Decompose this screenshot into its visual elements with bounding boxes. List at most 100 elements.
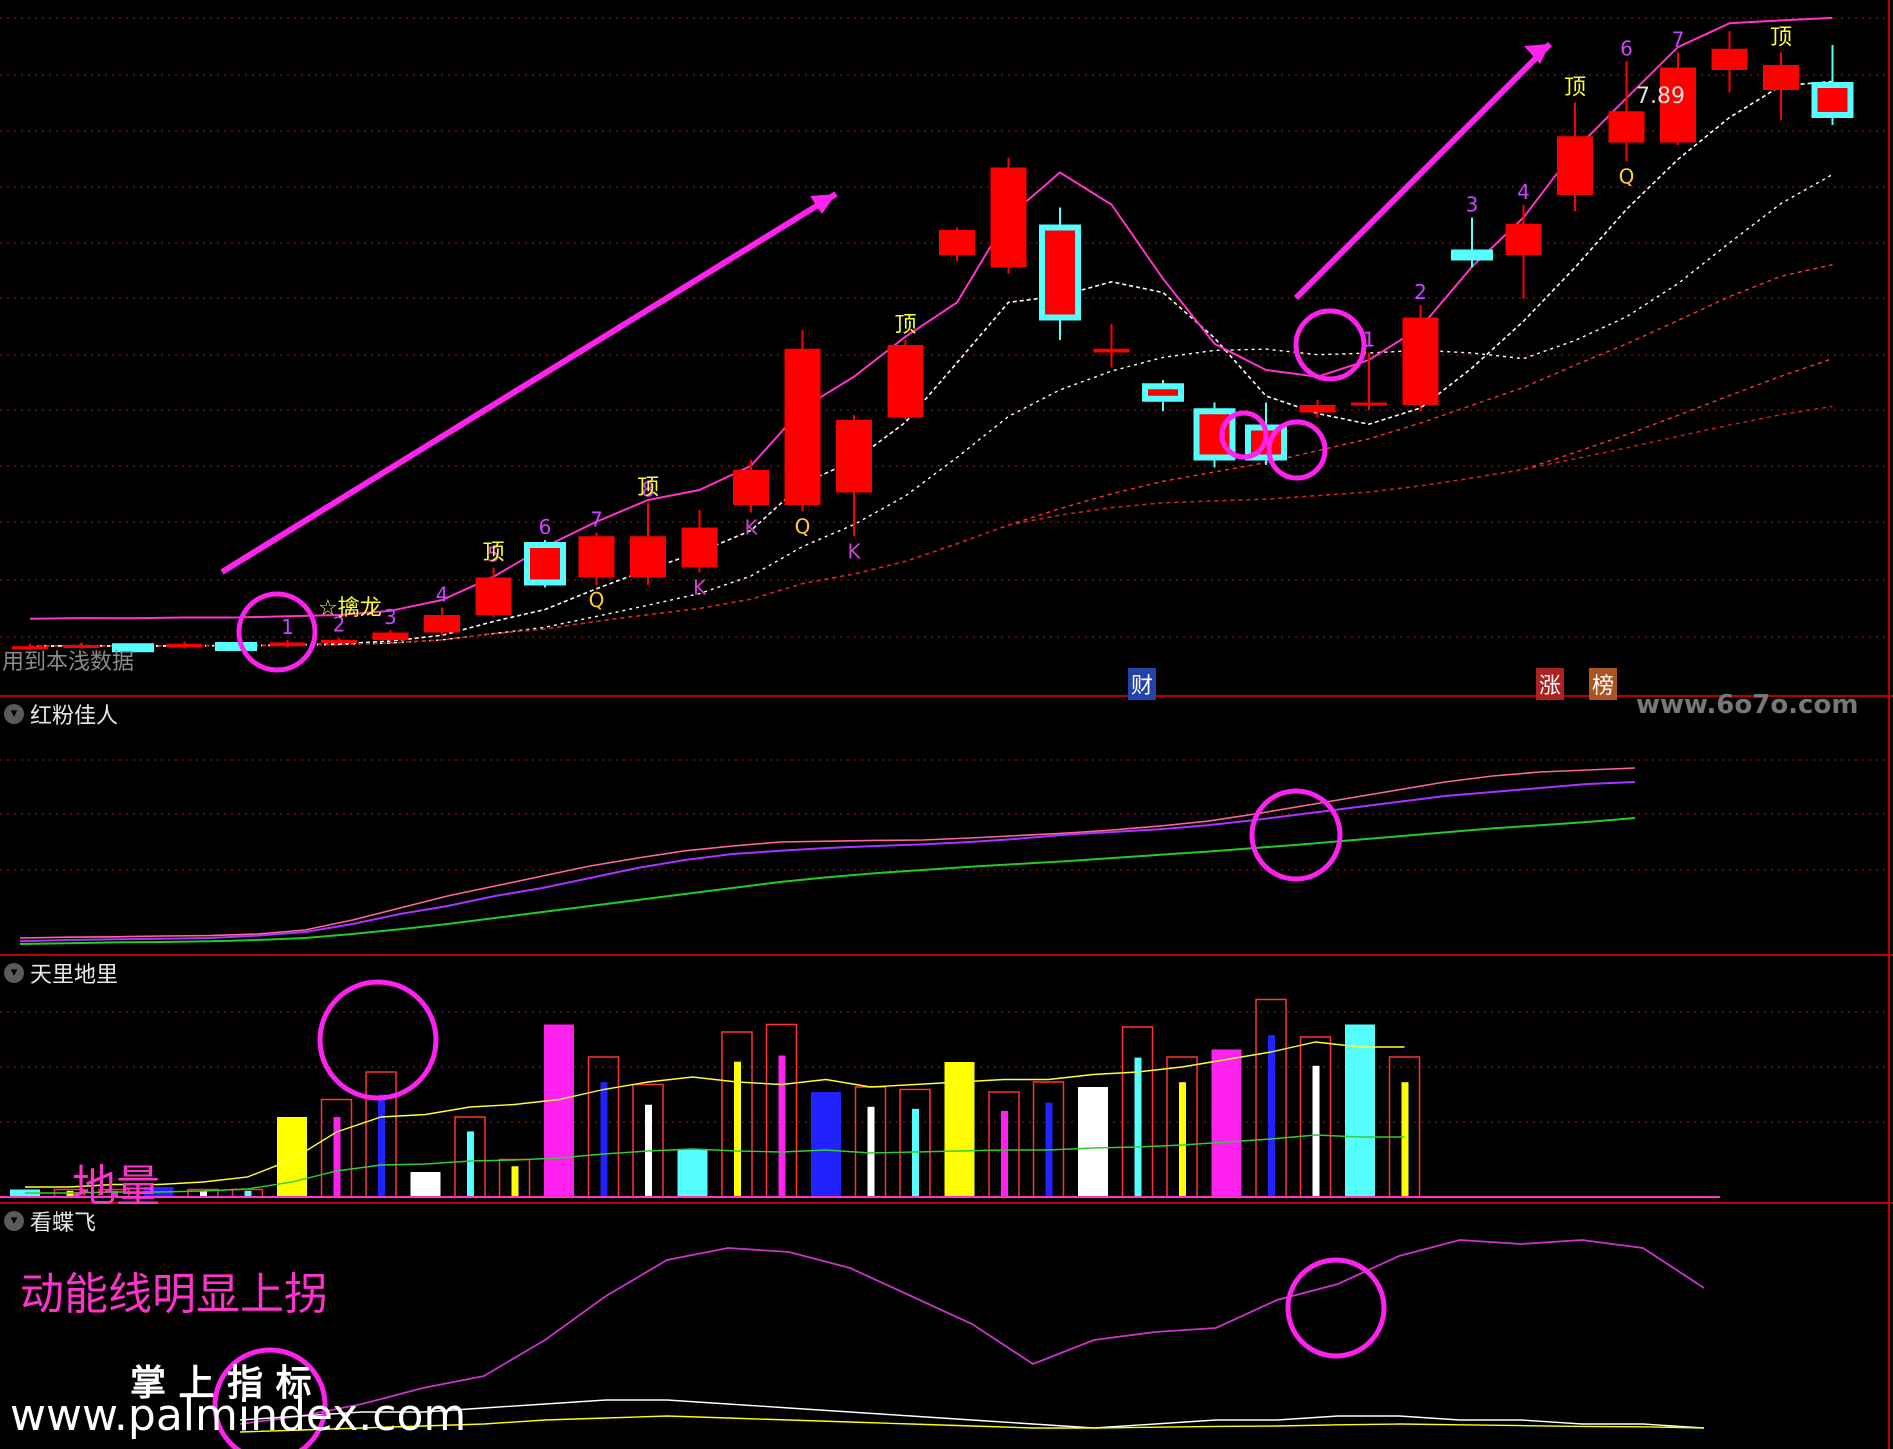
candle-body	[475, 577, 512, 615]
hongfen-line	[19, 767, 1636, 939]
volume-bar-inner	[378, 1094, 385, 1197]
badge-cai: 财	[1128, 668, 1157, 700]
candle-label: 7	[590, 508, 603, 532]
volume-bar-inner	[511, 1166, 519, 1197]
candle-body	[215, 642, 257, 651]
volume-bar-inner	[1312, 1065, 1320, 1197]
candle-label: Q	[589, 588, 605, 612]
chevron-down-icon[interactable]: ▾	[4, 704, 24, 724]
panel-header-hongfen[interactable]: ▾ 红粉佳人	[4, 700, 119, 729]
price-high-label: 7.89	[1636, 84, 1685, 109]
volume-bar-inner	[778, 1055, 786, 1197]
candle-body	[1505, 223, 1542, 255]
ma20-line	[29, 263, 1833, 648]
watermark-text: 用到本浅数据	[2, 650, 135, 675]
price-panel: 1 2 3456 7812346 7顶顶顶顶顶QK QKKQ	[12, 16, 1854, 653]
candle-body	[1093, 348, 1130, 353]
volume-bar	[677, 1149, 708, 1197]
panel-title-volume: 天里地里	[30, 963, 119, 988]
candle-label: K	[744, 516, 758, 540]
candle-body	[1557, 136, 1593, 195]
candle-body	[578, 536, 615, 578]
momentum-note: 动能线明显上拐	[20, 1269, 328, 1320]
grid-lines	[0, 17, 1887, 1123]
panel-dividers	[0, 0, 1893, 1449]
site-url: www.palmindex.com	[10, 1390, 467, 1441]
candle-body	[166, 643, 203, 648]
ground-volume-note: 地量	[72, 1161, 160, 1212]
chart-canvas: 1 2 3456 7812346 7顶顶顶顶顶QK QKKQ	[0, 0, 1893, 1449]
candle-body	[939, 230, 975, 255]
volume-bar-inner	[600, 1082, 608, 1197]
hongfen-line	[19, 781, 1636, 943]
indicator-panel-volume	[0, 998, 1720, 1198]
candle-label: 1	[281, 615, 294, 639]
hand-drawn-annotations	[212, 41, 1553, 1449]
volume-bar-inner	[1001, 1110, 1008, 1197]
volume-bar	[1345, 1024, 1375, 1197]
candle-label: 6	[1620, 36, 1633, 60]
watermark-6o7o: www.6o7o.com	[1636, 690, 1859, 720]
candle-label: 2	[1414, 280, 1427, 304]
volume-bar-inner	[1268, 1035, 1275, 1197]
candle-body	[269, 642, 306, 647]
highlight-circle	[1249, 788, 1343, 882]
candle-label: K	[693, 576, 707, 600]
candle-label: 顶	[482, 541, 504, 566]
candle-body	[887, 345, 924, 418]
indicator-panel-hongfen	[19, 767, 1636, 945]
chevron-down-icon[interactable]: ▾	[4, 963, 24, 983]
volume-bar	[811, 1092, 841, 1197]
candle-body	[990, 167, 1027, 268]
panel-header-volume[interactable]: ▾ 天里地里	[4, 959, 119, 988]
hongfen-line	[19, 817, 1636, 945]
candle-body	[321, 640, 357, 643]
highlight-circle	[236, 591, 318, 673]
candle-body	[1402, 317, 1439, 405]
candle-label: 4	[436, 583, 449, 607]
volume-bar-inner	[867, 1106, 875, 1197]
candle-label: 3	[1466, 193, 1479, 217]
volume-bar	[277, 1117, 307, 1197]
volume-bar	[544, 1024, 574, 1197]
volume-bar-inner	[333, 1117, 341, 1197]
candle-body	[1711, 48, 1748, 70]
volume-bar-inner	[1179, 1082, 1186, 1197]
candle-body	[1351, 402, 1387, 406]
candle-label: 顶	[1770, 26, 1792, 51]
panel-title-hongfen: 红粉佳人	[30, 704, 119, 729]
candle-body	[1299, 405, 1336, 413]
candle-label: Q	[1619, 164, 1635, 188]
candle-label: Q	[795, 514, 811, 538]
candle-body	[681, 527, 718, 568]
volume-bar-inner	[1401, 1082, 1409, 1197]
highlight-circle	[1293, 308, 1367, 382]
candle-body	[424, 615, 460, 633]
badge-zhang: 涨	[1536, 668, 1565, 700]
volume-bar-inner	[1134, 1057, 1142, 1197]
candle-body	[784, 348, 821, 505]
volume-bar-inner	[467, 1131, 474, 1197]
candle-body	[1039, 224, 1081, 321]
candle-label: 顶	[894, 313, 916, 338]
candle-body	[1451, 249, 1493, 261]
candle-label: 6	[539, 515, 552, 539]
trend-upper-line	[29, 16, 1833, 620]
candle-body	[733, 470, 769, 505]
candle-body	[1142, 383, 1184, 402]
highlight-circle	[317, 979, 439, 1101]
volume-bar	[410, 1172, 441, 1197]
candle-label: 4	[1517, 180, 1530, 204]
volume-bar	[1078, 1087, 1108, 1197]
candle-label: 顶	[637, 476, 659, 501]
dragon-label: ☆擒龙	[318, 596, 382, 621]
candle-body	[836, 420, 872, 493]
badge-bang: 榜	[1589, 668, 1618, 700]
chevron-down-icon[interactable]: ▾	[4, 1211, 24, 1231]
trend-arrow	[1293, 41, 1553, 301]
candle-label: 顶	[1564, 76, 1586, 101]
candle-body	[372, 632, 409, 640]
candle-body	[1811, 82, 1854, 118]
candle-body	[1608, 111, 1645, 143]
candle-label: 7	[1672, 28, 1685, 52]
